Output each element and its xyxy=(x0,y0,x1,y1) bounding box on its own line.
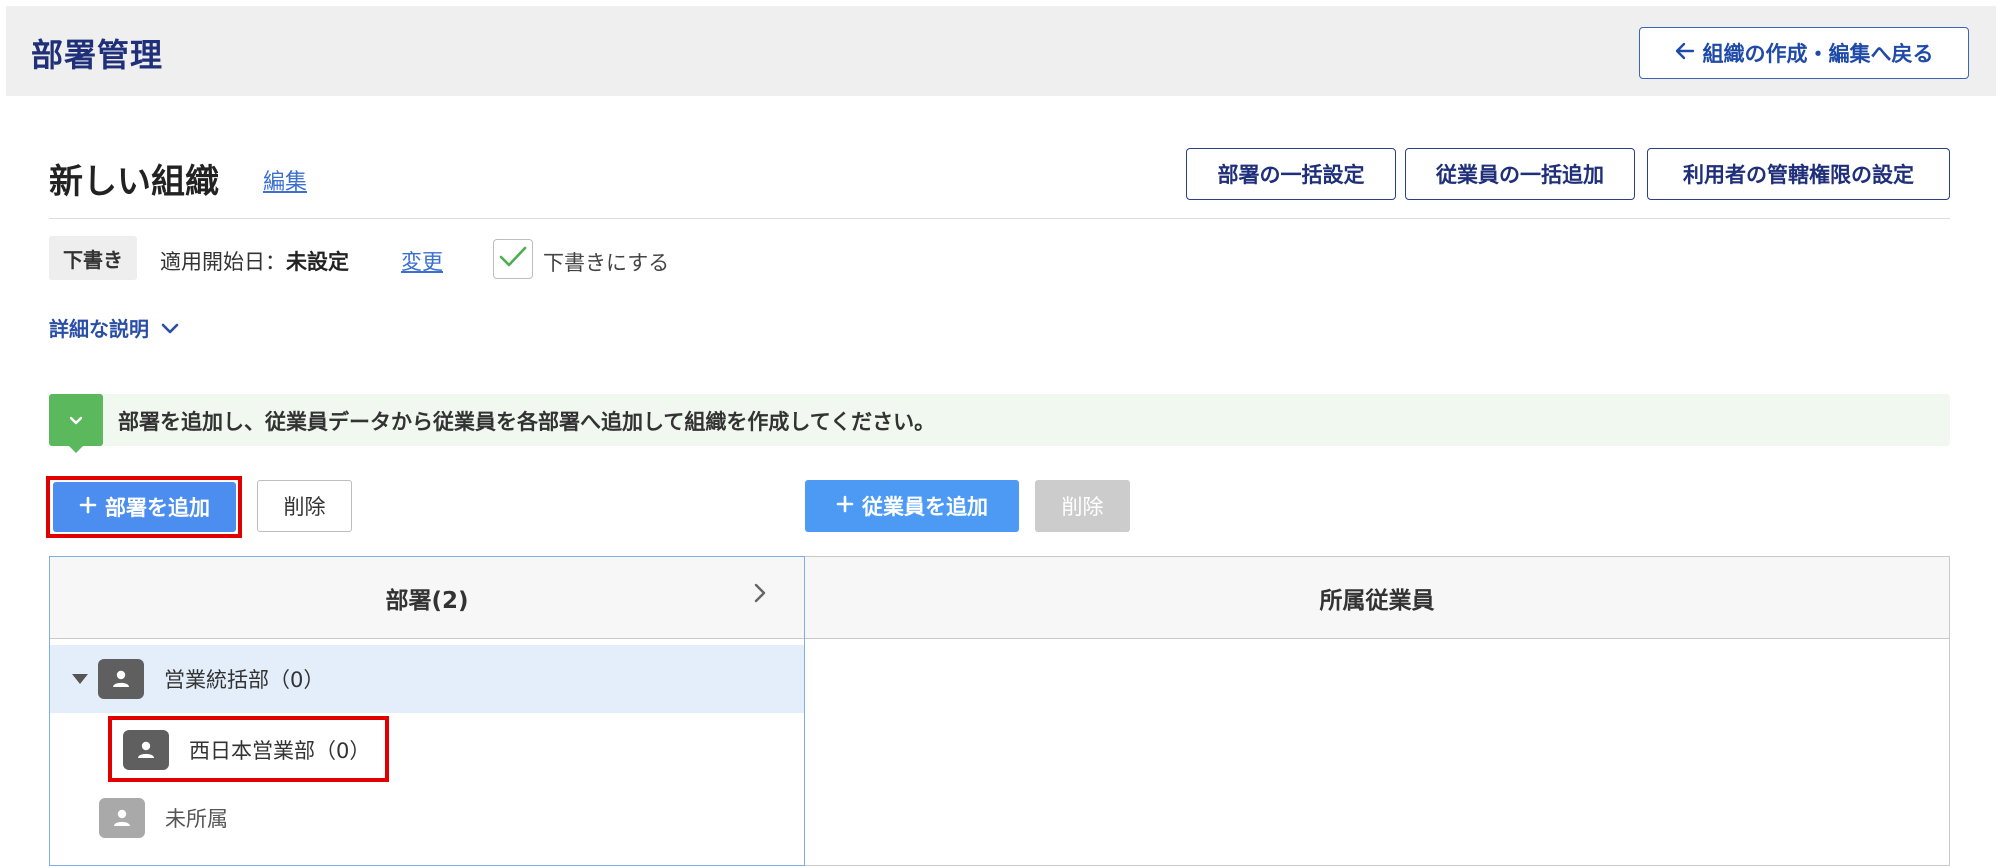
checkmark-icon xyxy=(498,244,528,274)
delete-employee-button[interactable]: 削除 xyxy=(1035,480,1130,532)
start-date-value: 未設定 xyxy=(286,250,349,274)
info-collapse-toggle[interactable] xyxy=(49,394,103,446)
bulk-dept-button[interactable]: 部署の一括設定 xyxy=(1186,148,1396,200)
back-button-label: 組織の作成・編集へ戻る xyxy=(1702,42,1934,66)
highlight-box-add-dept xyxy=(46,476,242,538)
delete-dept-button[interactable]: 削除 xyxy=(257,480,352,532)
back-to-org-button[interactable]: 組織の作成・編集へ戻る xyxy=(1639,27,1969,79)
start-date: 適用開始日：未設定 xyxy=(160,246,349,276)
admin-permission-button[interactable]: 利用者の管轄権限の設定 xyxy=(1647,148,1950,200)
page-title: 部署管理 xyxy=(31,36,164,74)
draft-badge: 下書き xyxy=(49,236,137,280)
start-date-label: 適用開始日： xyxy=(160,250,286,274)
change-date-link[interactable]: 変更 xyxy=(401,246,443,276)
draft-checkbox[interactable] xyxy=(493,239,533,279)
details-toggle-label: 詳細な説明 xyxy=(49,317,149,341)
add-employee-button[interactable]: 従業員を追加 xyxy=(805,480,1019,532)
chevron-down-icon xyxy=(69,411,83,430)
org-name: 新しい組織 xyxy=(49,162,219,202)
edit-org-link[interactable]: 編集 xyxy=(263,164,307,196)
arrow-left-icon xyxy=(1675,41,1695,65)
info-tab-pointer xyxy=(68,445,84,453)
members-column-header: 所属従業員 xyxy=(805,557,1949,639)
dept-pane xyxy=(49,556,805,866)
draft-checkbox-label: 下書きにする xyxy=(543,251,670,275)
add-emp-label: 従業員を追加 xyxy=(862,495,988,519)
plus-icon xyxy=(836,494,854,518)
info-message: 部署を追加し、従業員データから従業員を各部署へ追加して組織を作成してください。 xyxy=(118,410,936,434)
bulk-emp-button[interactable]: 従業員の一括追加 xyxy=(1405,148,1635,200)
details-toggle[interactable]: 詳細な説明 xyxy=(49,313,179,342)
chevron-down-icon xyxy=(161,316,179,340)
divider xyxy=(49,218,1950,219)
